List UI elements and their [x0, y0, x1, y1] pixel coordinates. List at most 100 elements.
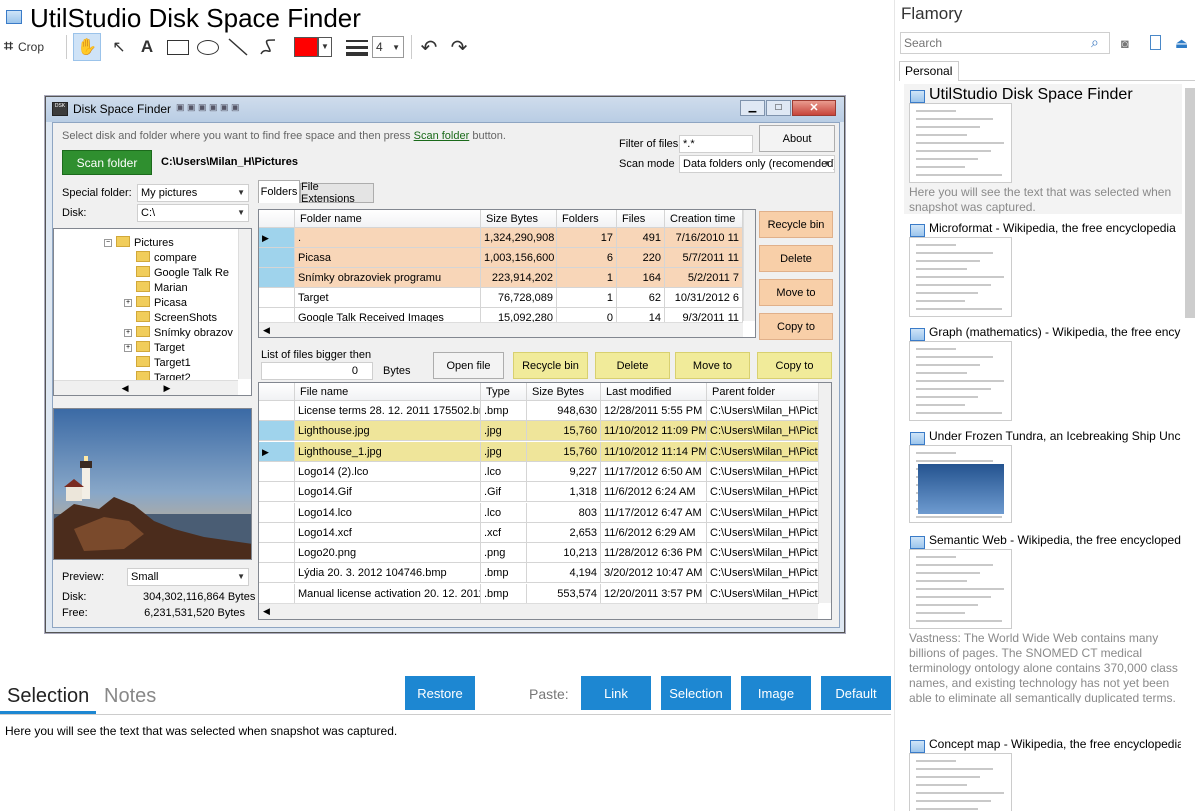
tab-personal[interactable]: Personal — [899, 61, 959, 81]
grid-cell[interactable]: Logo20.png — [295, 543, 481, 564]
grid-cell[interactable]: Logo14 (2).lco — [295, 461, 481, 482]
grid-cell[interactable]: 76,728,089 — [481, 288, 557, 308]
snapshot-thumbnail[interactable] — [909, 753, 1012, 811]
snapshot-thumbnail[interactable] — [909, 237, 1012, 317]
color-picker[interactable]: ▼ — [292, 33, 334, 61]
snapshot-title[interactable]: Graph (mathematics) - Wikipedia, the fre… — [929, 325, 1181, 339]
file-copy-to-button[interactable]: Copy to — [757, 352, 832, 379]
tab-folders[interactable]: Folders — [258, 180, 300, 203]
tree-item[interactable]: Target — [136, 341, 185, 356]
column-header[interactable]: Size Bytes — [481, 210, 557, 228]
grid-cell[interactable]: .png — [481, 543, 527, 564]
tree-item[interactable]: Google Talk Re — [136, 266, 229, 281]
row-header[interactable] — [259, 421, 295, 442]
row-header[interactable] — [259, 268, 295, 288]
grid-cell[interactable]: 803 — [527, 502, 601, 523]
line-tool-button[interactable] — [224, 33, 252, 61]
horizontal-scrollbar[interactable]: ◀ — [259, 603, 818, 619]
special-folder-select[interactable]: My pictures ▼ — [137, 184, 249, 202]
redo-button[interactable]: ↷ — [446, 33, 472, 61]
grid-cell[interactable]: Lighthouse.jpg — [295, 421, 481, 442]
text-tool-button[interactable]: A — [134, 33, 160, 61]
grid-cell[interactable]: 553,574 — [527, 583, 601, 604]
undo-button[interactable]: ↶ — [416, 33, 442, 61]
row-header[interactable] — [259, 522, 295, 543]
grid-cell[interactable]: Snímky obrazoviek programu — [295, 268, 481, 288]
grid-cell[interactable]: C:\Users\Milan_H\Pictu — [707, 583, 819, 604]
snapshot-title[interactable]: Under Frozen Tundra, an Icebreaking Ship… — [929, 429, 1181, 443]
column-header[interactable]: File name — [295, 383, 481, 401]
column-header[interactable]: Parent folder — [707, 383, 819, 401]
grid-cell[interactable]: 12/28/2011 5:55 PM — [601, 401, 707, 421]
restore-button[interactable]: Restore — [405, 676, 475, 710]
grid-cell[interactable]: . — [295, 228, 481, 248]
row-header[interactable]: ▶ — [259, 228, 295, 248]
close-button[interactable]: ✕ — [792, 100, 836, 116]
grid-cell[interactable]: C:\Users\Milan_H\Pictu — [707, 502, 819, 523]
grid-cell[interactable]: .bmp — [481, 401, 527, 421]
paste-link-button[interactable]: Link — [581, 676, 651, 710]
grid-cell[interactable]: .bmp — [481, 563, 527, 584]
grid-cell[interactable]: 11/10/2012 11:09 PM — [601, 421, 707, 442]
grid-cell[interactable]: 11/6/2012 6:29 AM — [601, 522, 707, 543]
tree-item[interactable]: ScreenShots — [136, 311, 217, 326]
line-width-select[interactable]: 4 ▼ — [372, 36, 404, 58]
preview-size-select[interactable]: Small ▼ — [127, 568, 249, 586]
ellipse-tool-button[interactable] — [194, 33, 222, 61]
grid-cell[interactable]: 10,213 — [527, 543, 601, 564]
grid-cell[interactable]: Logo14.xcf — [295, 522, 481, 543]
snapshot-thumbnail[interactable] — [909, 341, 1012, 421]
expand-icon[interactable]: − — [104, 239, 112, 247]
column-header[interactable]: Folders — [557, 210, 617, 228]
snapshot-title[interactable]: Microformat - Wikipedia, the free encycl… — [929, 221, 1181, 235]
column-header[interactable]: Folder name — [295, 210, 481, 228]
grid-cell[interactable]: 220 — [617, 248, 665, 268]
grid-cell[interactable]: C:\Users\Milan_H\Pictu — [707, 421, 819, 442]
snapshot-thumbnail[interactable] — [909, 445, 1012, 523]
grid-cell[interactable]: C:\Users\Milan_H\Pictu — [707, 401, 819, 421]
column-header[interactable]: Last modified — [601, 383, 707, 401]
folder-grid[interactable]: Folder name Size Bytes Folders Files Creatio… — [258, 209, 756, 338]
grid-cell[interactable]: 1,318 — [527, 482, 601, 503]
horizontal-scrollbar[interactable]: ◀ — [259, 322, 743, 337]
grid-cell[interactable]: Target — [295, 288, 481, 308]
grid-cell[interactable]: 5/7/2011 11 — [665, 248, 743, 268]
rectangle-tool-button[interactable] — [164, 33, 192, 61]
file-move-to-button[interactable]: Move to — [675, 352, 750, 379]
copy-to-button[interactable]: Copy to — [759, 313, 833, 340]
grid-cell[interactable]: .Gif — [481, 482, 527, 503]
grid-cell[interactable]: 3/20/2012 10:47 AM — [601, 563, 707, 584]
crop-button[interactable]: ⌗ Crop — [4, 33, 60, 61]
sidebar-scrollbar[interactable] — [1185, 88, 1195, 318]
grid-cell[interactable]: 5/2/2011 7 — [665, 268, 743, 288]
bigger-than-input[interactable]: 0 — [261, 362, 373, 380]
folder-tree[interactable]: Pictures − compare Google Talk Re Marian Pica… — [53, 228, 252, 396]
tree-item[interactable]: compare — [136, 251, 197, 266]
scan-folder-button[interactable]: Scan folder — [62, 150, 152, 175]
tab-file-extensions[interactable]: File Extensions — [300, 181, 374, 205]
tab-selection[interactable]: Selection — [7, 683, 89, 709]
column-header[interactable]: Type — [481, 383, 527, 401]
tree-item[interactable]: Target1 — [136, 356, 191, 371]
grid-cell[interactable]: 491 — [617, 228, 665, 248]
recycle-bin-button[interactable]: Recycle bin — [759, 211, 833, 238]
row-header[interactable] — [259, 543, 295, 564]
grid-cell[interactable]: .lco — [481, 461, 527, 482]
disk-select[interactable]: C:\ ▼ — [137, 204, 249, 222]
grid-cell[interactable]: 2,653 — [527, 522, 601, 543]
row-header[interactable] — [259, 461, 295, 482]
grid-cell[interactable]: 1,324,290,908 — [481, 228, 557, 248]
search-icon[interactable]: ⌕ — [1091, 34, 1099, 51]
grid-cell[interactable]: 6 — [557, 248, 617, 268]
grid-cell[interactable]: C:\Users\Milan_H\Pictu — [707, 441, 819, 462]
collapse-panel-icon[interactable]: ⏏ — [1175, 35, 1188, 52]
column-header[interactable]: Creation time — [665, 210, 743, 228]
grid-cell[interactable]: 15,760 — [527, 441, 601, 462]
grid-cell[interactable]: Picasa — [295, 248, 481, 268]
select-tool-button[interactable]: ↖ — [106, 33, 132, 61]
filter-input[interactable]: *.* — [679, 135, 753, 153]
row-header[interactable] — [259, 248, 295, 268]
file-grid[interactable]: File name Type Size Bytes Last modified Pare… — [258, 382, 832, 620]
file-recycle-bin-button[interactable]: Recycle bin — [513, 352, 588, 379]
grid-cell[interactable]: 11/6/2012 6:24 AM — [601, 482, 707, 503]
